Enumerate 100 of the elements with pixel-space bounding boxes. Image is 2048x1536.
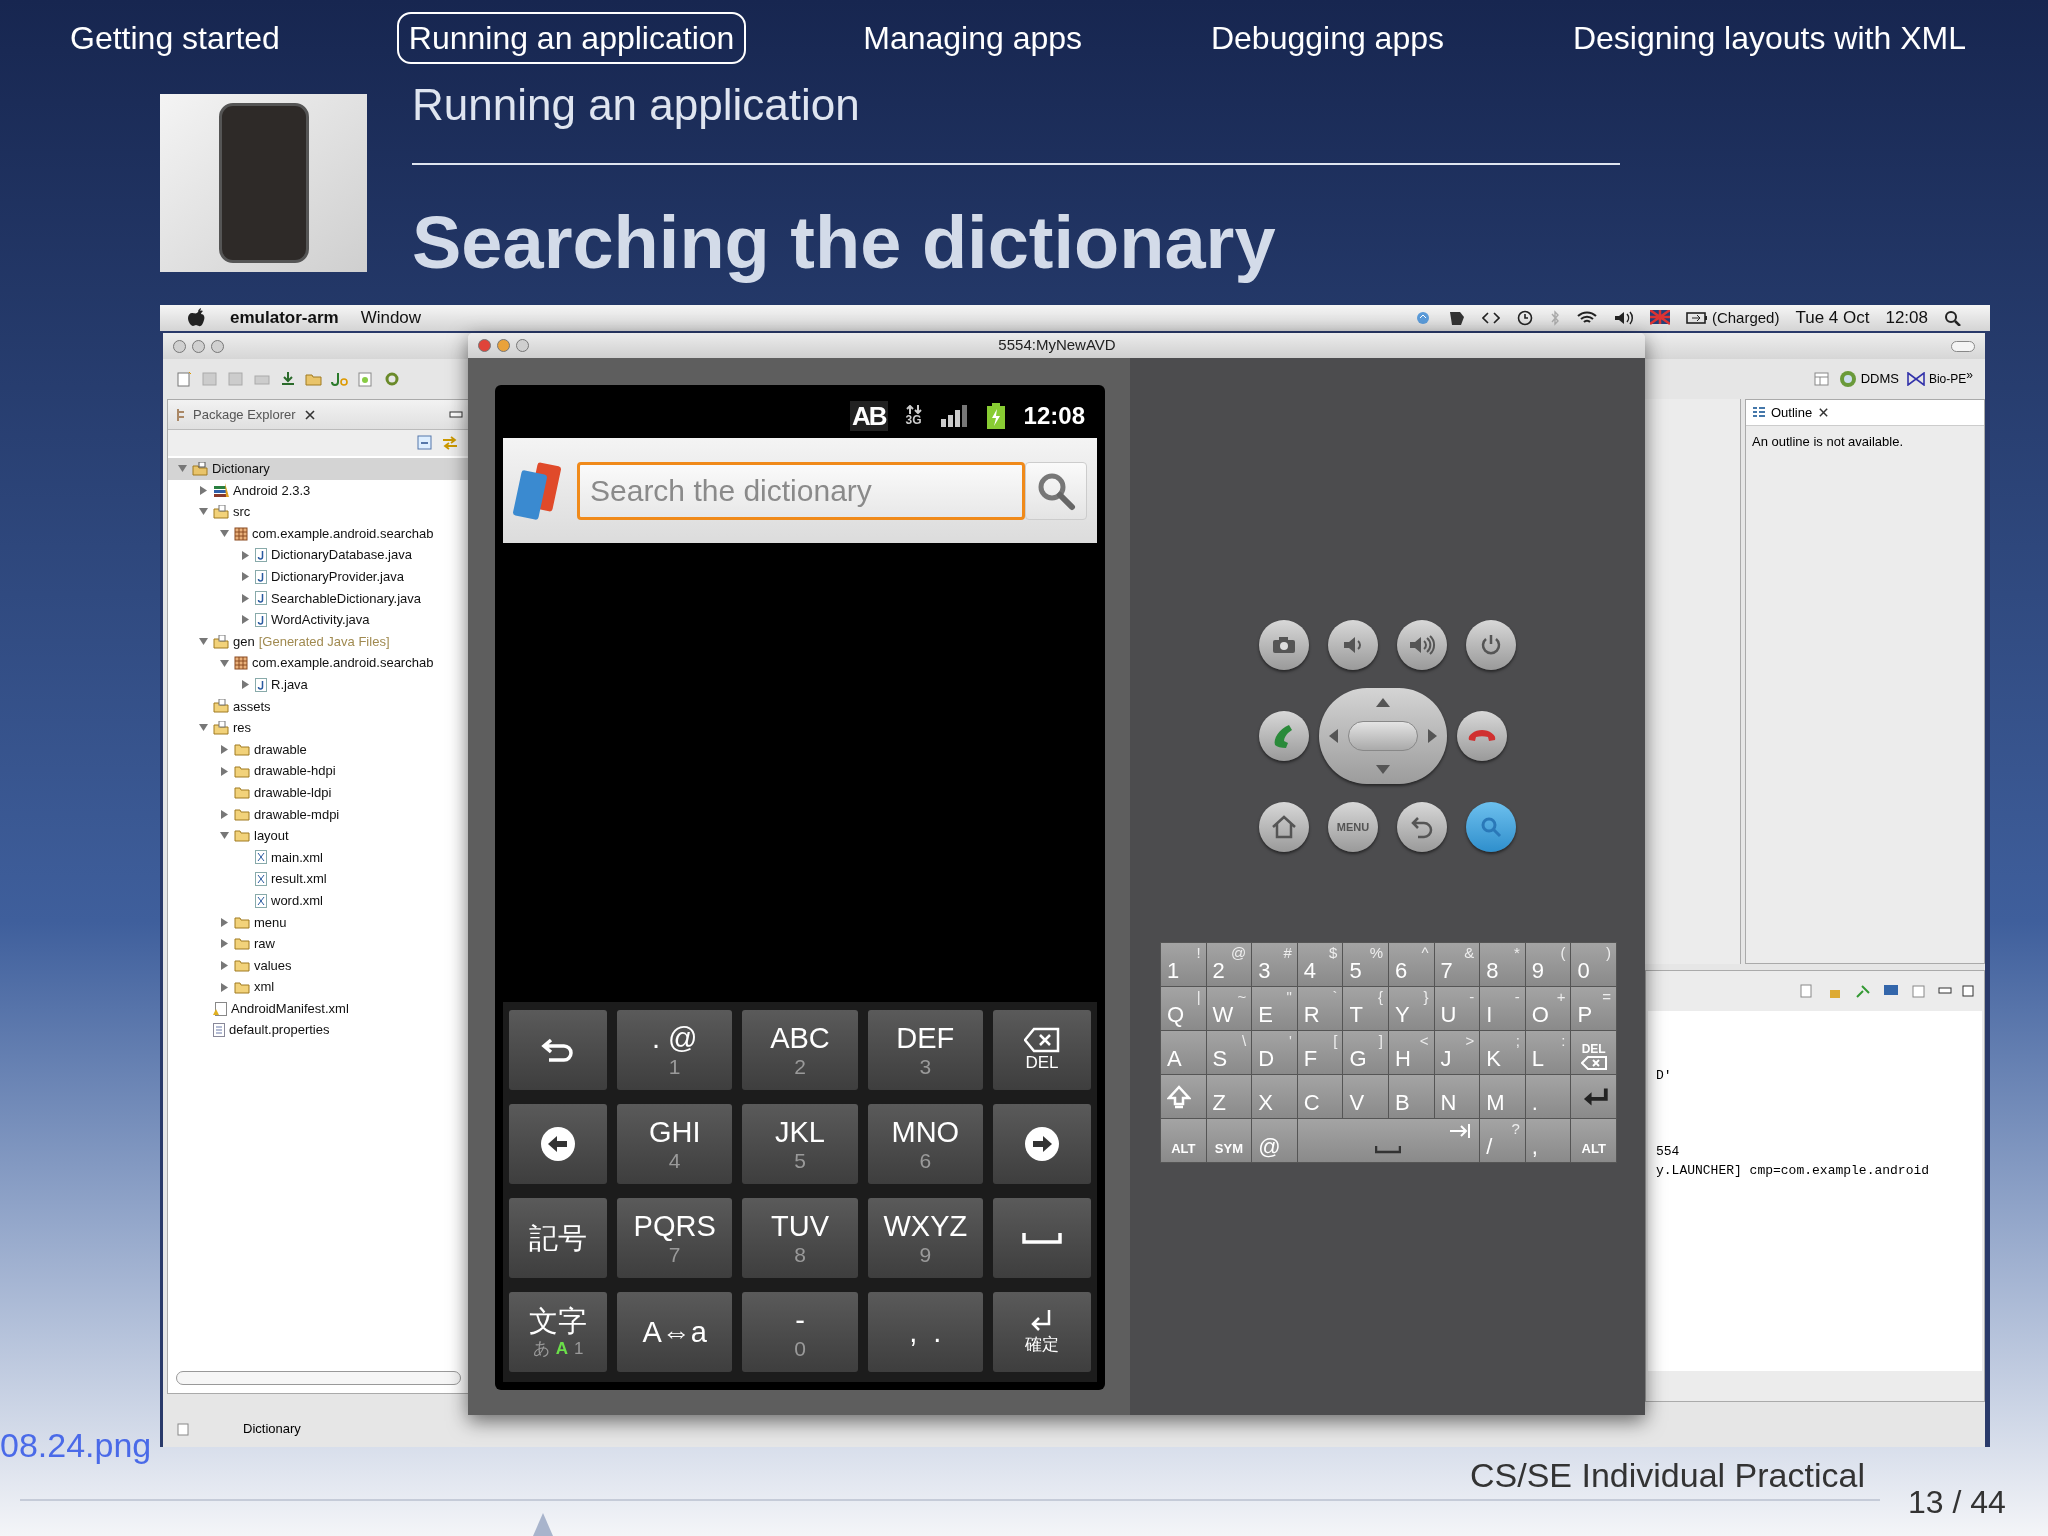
- keypad-key[interactable]: 文字 あ A 1: [509, 1292, 607, 1372]
- tree-item[interactable]: res: [168, 717, 469, 739]
- keypad-key[interactable]: . @ 1: [617, 1010, 733, 1090]
- window-control-icon[interactable]: [211, 339, 224, 353]
- window-control-icon[interactable]: [173, 339, 186, 353]
- collapsed-arrow-icon[interactable]: [219, 982, 229, 992]
- tree-item[interactable]: drawable-hdpi: [168, 760, 469, 782]
- call-button[interactable]: [1259, 711, 1309, 761]
- tree-item[interactable]: drawable-mdpi: [168, 803, 469, 826]
- keypad-key[interactable]: , .: [867, 1292, 983, 1372]
- collapse-all-icon[interactable]: [417, 435, 433, 451]
- tree-item[interactable]: Dictionary: [168, 458, 469, 480]
- horizontal-scrollbar[interactable]: [176, 1371, 461, 1385]
- keypad-key[interactable]: 記号: [509, 1198, 607, 1278]
- tree-item[interactable]: com.example.android.searchab: [168, 522, 469, 545]
- tree-item[interactable]: values: [168, 954, 469, 977]
- tree-item[interactable]: WordActivity.java: [168, 609, 469, 631]
- collapsed-arrow-icon[interactable]: [219, 939, 229, 949]
- window-control-icon[interactable]: [516, 339, 529, 352]
- tree-item[interactable]: assets: [168, 695, 469, 718]
- tree-item[interactable]: raw: [168, 933, 469, 955]
- keyboard-key[interactable]: [1571, 1075, 1616, 1118]
- collapsed-arrow-icon[interactable]: [240, 593, 250, 603]
- tree-item[interactable]: default.properties: [168, 1019, 469, 1042]
- tree-item[interactable]: drawable-ldpi: [168, 781, 469, 804]
- nav-link[interactable]: Debugging apps: [1198, 11, 1456, 64]
- open-perspective-icon[interactable]: [1812, 371, 1831, 387]
- tree-item[interactable]: menu: [168, 911, 469, 934]
- keypad-key[interactable]: PQRS 7: [617, 1198, 733, 1278]
- open-folder-icon[interactable]: [305, 371, 323, 387]
- tree-item[interactable]: DictionaryDatabase.java: [168, 544, 469, 566]
- volume-down-button[interactable]: [1328, 620, 1378, 670]
- collapsed-arrow-icon[interactable]: [219, 917, 229, 927]
- camera-button[interactable]: [1259, 620, 1309, 670]
- tree-item[interactable]: main.xml: [168, 846, 469, 869]
- tree-item[interactable]: src: [168, 501, 469, 523]
- volume-up-button[interactable]: [1397, 620, 1447, 670]
- keypad-key[interactable]: WXYZ 9: [867, 1198, 983, 1278]
- link-arrows-icon[interactable]: [441, 435, 459, 451]
- window-control-icon[interactable]: [192, 339, 205, 353]
- collapsed-arrow-icon[interactable]: [240, 615, 250, 625]
- tree-item[interactable]: SearchableDictionary.java: [168, 587, 469, 610]
- expanded-arrow-icon[interactable]: [198, 637, 208, 647]
- apple-icon[interactable]: [188, 308, 206, 328]
- search-button[interactable]: [1025, 461, 1087, 520]
- keyboard-key[interactable]: [1161, 1075, 1206, 1118]
- collapsed-arrow-icon[interactable]: [240, 680, 250, 690]
- volume-icon[interactable]: [1613, 310, 1634, 326]
- keypad-key[interactable]: MNO 6: [867, 1104, 983, 1184]
- tree-item[interactable]: gen [Generated Java Files]: [168, 630, 469, 653]
- collapsed-arrow-icon[interactable]: [198, 485, 208, 495]
- search-field[interactable]: Search the dictionary: [577, 461, 1025, 520]
- maximize-icon[interactable]: [1962, 985, 1974, 997]
- tree-item[interactable]: xml: [168, 976, 469, 998]
- window-control-icon[interactable]: [478, 339, 491, 352]
- tree-item[interactable]: drawable: [168, 738, 469, 761]
- keypad-key[interactable]: ABC 2: [742, 1010, 858, 1090]
- collapsed-arrow-icon[interactable]: [219, 745, 229, 754]
- end-call-button[interactable]: [1457, 711, 1507, 761]
- perspective-tab[interactable]: DDMS: [1838, 369, 1899, 389]
- more-perspectives[interactable]: »: [1966, 366, 1973, 384]
- menu-button[interactable]: MENU: [1328, 802, 1378, 852]
- tree-item[interactable]: R.java: [168, 673, 469, 696]
- tree-item[interactable]: result.xml: [168, 868, 469, 890]
- expanded-arrow-icon[interactable]: [219, 658, 229, 668]
- nav-link[interactable]: Running an application: [396, 11, 747, 64]
- expanded-arrow-icon[interactable]: [198, 507, 208, 517]
- nav-link[interactable]: Managing apps: [851, 11, 1095, 64]
- tree-item[interactable]: Android 2.3.3: [168, 479, 469, 502]
- tree-item[interactable]: layout: [168, 825, 469, 847]
- left-key[interactable]: [509, 1104, 607, 1184]
- nav-link[interactable]: Getting started: [58, 11, 292, 64]
- clock-icon[interactable]: [1515, 310, 1534, 326]
- keypad-key[interactable]: GHI 4: [617, 1104, 733, 1184]
- tree-item[interactable]: word.xml: [168, 889, 469, 912]
- minimize-icon[interactable]: [1938, 987, 1952, 995]
- menu-item[interactable]: Window: [360, 305, 422, 331]
- home-button[interactable]: [1259, 802, 1309, 852]
- close-icon[interactable]: [1818, 407, 1830, 418]
- tree-item[interactable]: com.example.android.searchab: [168, 652, 469, 674]
- expanded-arrow-icon[interactable]: [219, 831, 229, 841]
- delete-key[interactable]: DEL: [993, 1010, 1091, 1090]
- code-brackets-icon[interactable]: [1481, 310, 1500, 326]
- battery-icon[interactable]: [1685, 310, 1708, 326]
- expanded-arrow-icon[interactable]: [177, 464, 187, 474]
- right-key[interactable]: [993, 1104, 1091, 1184]
- space-key[interactable]: [993, 1198, 1091, 1278]
- enter-key[interactable]: 確定: [993, 1292, 1091, 1372]
- keypad-key[interactable]: JKL 5: [742, 1104, 858, 1184]
- download-icon[interactable]: [279, 371, 297, 387]
- minimize-icon[interactable]: [449, 410, 463, 419]
- close-icon[interactable]: [303, 408, 316, 421]
- keypad-key[interactable]: - 0: [742, 1292, 858, 1372]
- collapsed-arrow-icon[interactable]: [240, 572, 250, 582]
- new-document-icon[interactable]: [175, 371, 193, 387]
- search-icon[interactable]: [1944, 310, 1962, 326]
- keypad-key[interactable]: TUV 8: [742, 1198, 858, 1278]
- back-button[interactable]: [1397, 802, 1447, 852]
- nav-link[interactable]: Designing layouts with XML: [1560, 11, 1978, 64]
- collapsed-arrow-icon[interactable]: [219, 766, 229, 776]
